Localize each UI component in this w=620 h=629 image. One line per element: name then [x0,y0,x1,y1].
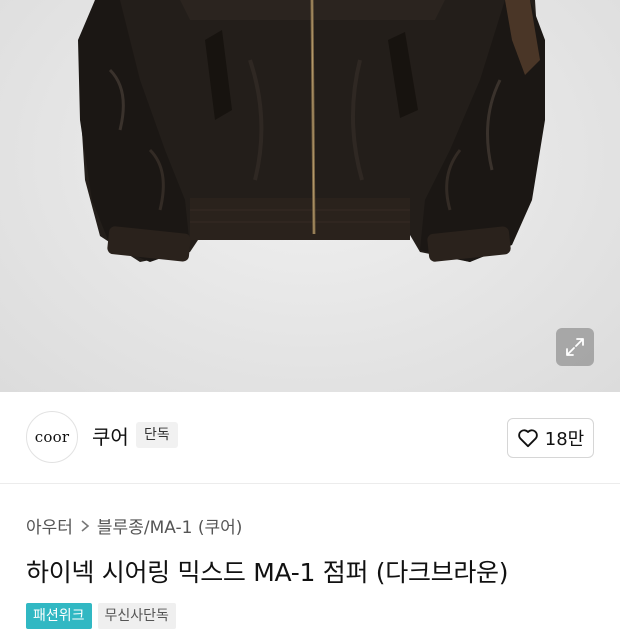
chevron-right-icon [81,519,90,532]
tag-list: 패션위크 무신사단독 [26,603,176,629]
tag-fashion-week[interactable]: 패션위크 [26,603,92,629]
tag-musinsa-exclusive[interactable]: 무신사단독 [97,603,176,629]
product-title: 하이넥 시어링 믹스드 MA-1 점퍼 (다크브라운) [26,558,509,587]
brand-row: coor 쿠어 단독 18만 [0,392,620,484]
exclusive-badge: 단독 [136,422,178,448]
product-image-area[interactable] [0,0,620,392]
breadcrumb: 아우터 블루종/MA-1 (쿠어) [26,513,242,538]
breadcrumb-category[interactable]: 아우터 [26,513,73,538]
brand-logo[interactable]: coor [26,411,78,463]
breadcrumb-subcategory[interactable]: 블루종/MA-1 (쿠어) [97,513,242,538]
brand-name[interactable]: 쿠어 [92,421,129,450]
expand-icon [566,338,584,356]
product-image [78,0,545,262]
heart-icon [518,429,538,448]
expand-image-button[interactable] [556,328,594,366]
like-button[interactable]: 18만 [507,418,594,458]
brand-logo-text: coor [34,428,70,446]
like-count: 18만 [544,429,585,450]
